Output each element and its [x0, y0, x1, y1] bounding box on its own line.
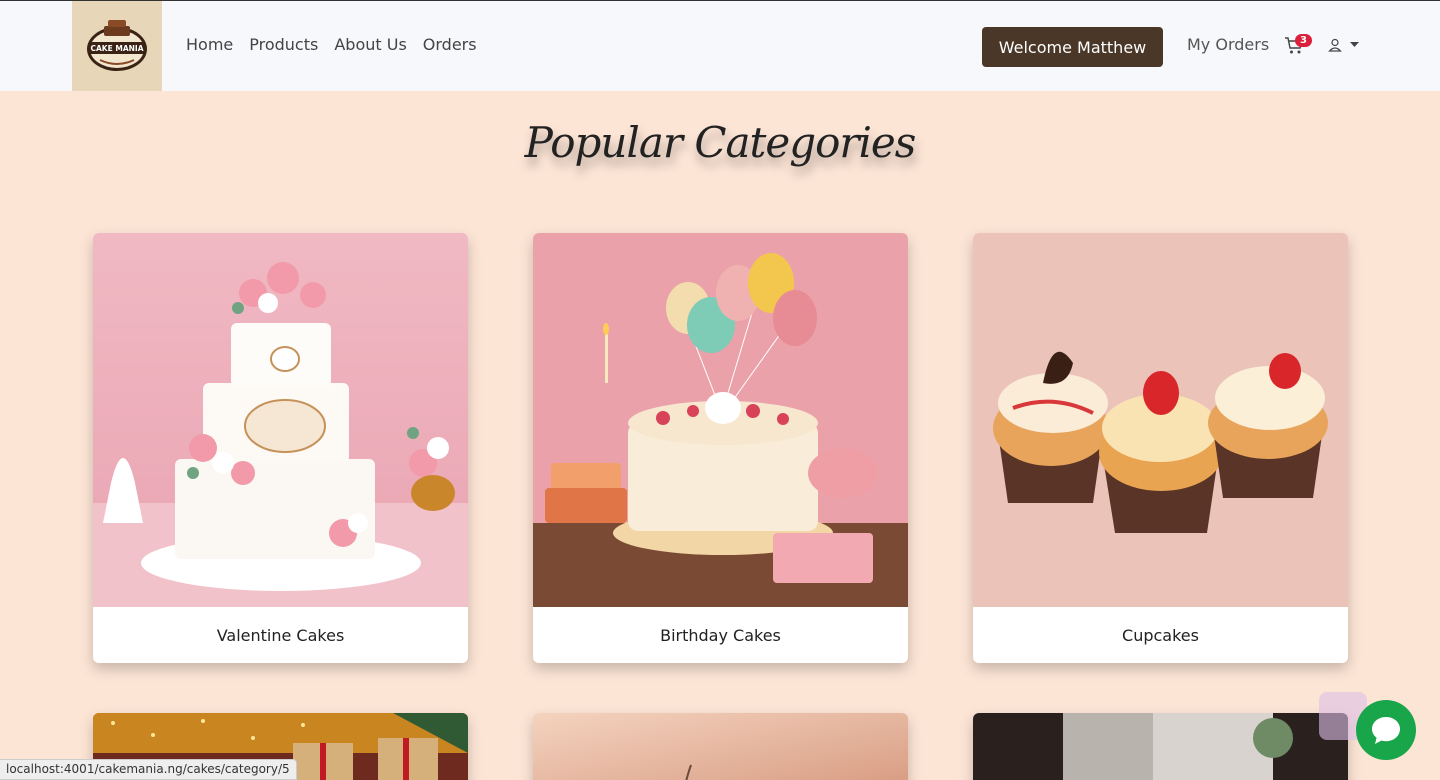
category-card-cupcakes[interactable]: Cupcakes [973, 233, 1348, 663]
svg-text:CAKE MANIA: CAKE MANIA [91, 44, 144, 53]
navbar: CAKE MANIA Home Products About Us Orders… [0, 0, 1440, 91]
chat-button[interactable] [1356, 700, 1416, 760]
nav-orders-link[interactable]: Orders [423, 35, 477, 54]
category-label: Birthday Cakes [660, 625, 781, 645]
category-label: Cupcakes [1122, 625, 1199, 645]
nav-home-link[interactable]: Home [186, 35, 233, 54]
category-card-second-row-right[interactable] [973, 713, 1348, 780]
birthday-cake-image [533, 233, 908, 607]
cake-logo-icon: CAKE MANIA [87, 20, 147, 71]
cart-count-badge: 3 [1295, 34, 1312, 47]
nav-products-link[interactable]: Products [249, 35, 318, 54]
cupcakes-image [973, 233, 1348, 607]
nav-links: Home Products About Us Orders [186, 35, 477, 54]
user-menu-dropdown[interactable] [1328, 38, 1359, 52]
category-image [533, 713, 908, 780]
my-orders-link[interactable]: My Orders [1187, 35, 1269, 54]
browser-status-url: localhost:4001/cakemania.ng/cakes/catego… [0, 759, 297, 780]
category-card-second-row-middle[interactable] [533, 713, 908, 780]
nav-about-link[interactable]: About Us [334, 35, 406, 54]
popular-categories-title: Popular Categories [524, 118, 917, 167]
caret-down-icon [1350, 42, 1359, 47]
category-card-valentine[interactable]: Valentine Cakes [93, 233, 468, 663]
category-card-birthday[interactable]: Birthday Cakes [533, 233, 908, 663]
user-icon [1328, 38, 1342, 52]
brand-logo[interactable]: CAKE MANIA [72, 1, 162, 91]
valentine-cake-image [93, 233, 468, 607]
welcome-button[interactable]: Welcome Matthew [982, 27, 1163, 67]
category-label: Valentine Cakes [216, 625, 345, 645]
chat-bubble-icon [1372, 717, 1400, 744]
category-image [973, 713, 1348, 780]
